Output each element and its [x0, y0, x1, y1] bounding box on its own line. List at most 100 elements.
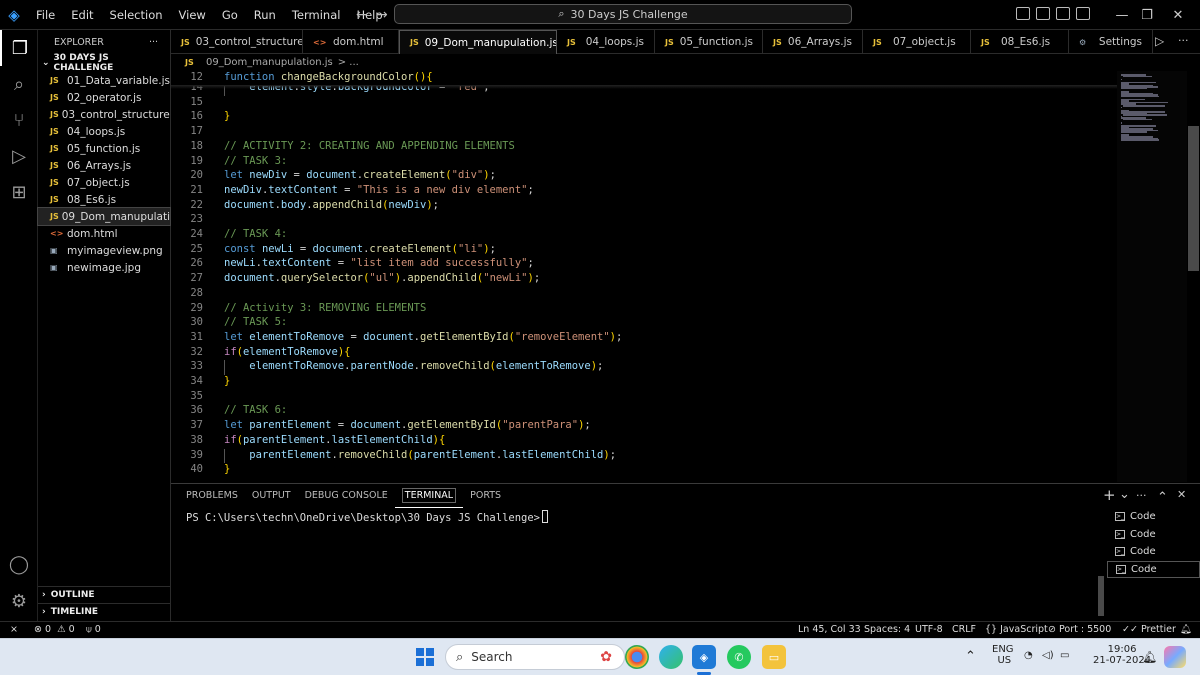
explorer-icon[interactable]: ❐	[0, 30, 38, 66]
file-tree-item[interactable]: JS 03_control_structure.js	[38, 106, 170, 123]
code-editor[interactable]: 14 element.style.backgroundColor = "red"…	[171, 71, 1117, 482]
file-tree-item[interactable]: JS 08_Es6.js	[38, 191, 170, 208]
file-tree-item[interactable]: JS 06_Arrays.js	[38, 157, 170, 174]
minimap[interactable]	[1117, 71, 1187, 482]
account-icon[interactable]: ◯	[0, 546, 38, 582]
file-tree-item[interactable]: ▣ myimageview.png	[38, 242, 170, 259]
file-tree-item[interactable]: ▣ newimage.jpg	[38, 259, 170, 276]
workspace-folder[interactable]: ⌄ 30 DAYS JS CHALLENGE	[38, 53, 170, 73]
tabs-more-icon[interactable]: ···	[1178, 34, 1189, 47]
terminal-dropdown-icon[interactable]: ⌄	[1119, 487, 1130, 502]
editor-scrollbar-thumb[interactable]	[1188, 126, 1199, 271]
cursor-position[interactable]: Ln 45, Col 33	[798, 624, 861, 635]
terminal-output[interactable]: PS C:\Users\techn\OneDrive\Desktop\30 Da…	[186, 510, 549, 524]
breadcrumb-file[interactable]: 09_Dom_manupulation.js	[206, 57, 333, 68]
timeline-section[interactable]: › TIMELINE	[38, 603, 171, 620]
menu-edit[interactable]: Edit	[63, 0, 101, 30]
tab-06-arrays-js[interactable]: JS 06_Arrays.js	[763, 30, 863, 54]
indentation[interactable]: Spaces: 4	[864, 624, 910, 635]
problems-status[interactable]: ⊗ 0 ⚠ 0	[34, 624, 75, 635]
notifications-bell-icon[interactable]: 🔔︎	[1180, 624, 1192, 635]
close-window-icon[interactable]: ✕	[1156, 0, 1200, 30]
toggle-sidebar-icon[interactable]	[1016, 7, 1030, 20]
tab-dom-html[interactable]: <> dom.html	[303, 30, 399, 54]
end-of-line[interactable]: CRLF	[952, 624, 976, 635]
terminal-cursor	[542, 510, 549, 523]
battery-icon[interactable]: ▭	[1060, 650, 1069, 661]
panel-tab-ports[interactable]: PORTS	[463, 484, 508, 508]
manage-gear-icon[interactable]: ⚙	[0, 583, 38, 619]
line-number: 29	[190, 301, 203, 314]
customize-layout-icon[interactable]	[1076, 7, 1090, 20]
menu-view[interactable]: View	[171, 0, 214, 30]
menu-go[interactable]: Go	[214, 0, 246, 30]
extensions-icon[interactable]: ⊞	[0, 174, 38, 210]
explorer-more-icon[interactable]: ···	[149, 37, 158, 48]
prettier-status[interactable]: ✓✓ Prettier	[1122, 624, 1176, 635]
copilot-icon[interactable]	[1164, 646, 1186, 668]
language-mode[interactable]: {} JavaScript	[985, 624, 1048, 635]
tab-05-function-js[interactable]: JS 05_function.js	[655, 30, 763, 54]
file-tree-item[interactable]: <> dom.html	[38, 225, 170, 242]
terminal-instance[interactable]: >_ Code	[1107, 526, 1200, 544]
tab-04-loops-js[interactable]: JS 04_loops.js	[557, 30, 655, 54]
outline-section[interactable]: › OUTLINE	[38, 586, 171, 603]
file-tree-item[interactable]: JS09_Dom_manupulatio...	[37, 207, 171, 226]
file-tree-item[interactable]: JS 07_object.js	[38, 174, 170, 191]
menu-terminal[interactable]: Terminal	[284, 0, 349, 30]
file-tree-item[interactable]: JS 05_function.js	[38, 140, 170, 157]
tab-03-control-structure-js[interactable]: JS 03_control_structure.js	[171, 30, 303, 54]
file-explorer-icon[interactable]: ▭	[762, 645, 786, 669]
encoding[interactable]: UTF-8	[915, 624, 943, 635]
run-debug-icon[interactable]: ▷	[0, 138, 38, 174]
terminal-scrollbar[interactable]	[1098, 576, 1104, 616]
minimap-line	[1123, 105, 1166, 107]
whatsapp-icon[interactable]: ✆	[727, 645, 751, 669]
file-tree-item[interactable]: JS 04_loops.js	[38, 123, 170, 140]
vscode-taskbar-icon[interactable]: ◈	[692, 645, 716, 669]
panel-more-icon[interactable]: ···	[1136, 489, 1147, 502]
search-view-icon[interactable]: ⌕	[0, 66, 38, 102]
tray-overflow-icon[interactable]: ⌃	[965, 649, 976, 664]
line-text: // ACTIVITY 2: CREATING AND APPENDING EL…	[224, 139, 515, 152]
run-icon[interactable]: ▷	[1155, 34, 1164, 48]
menu-run[interactable]: Run	[246, 0, 284, 30]
terminal-instance[interactable]: >_ Code	[1107, 560, 1200, 578]
language-indicator[interactable]: ENG US	[992, 644, 1014, 666]
code-line: 15	[171, 96, 1117, 111]
taskbar-search[interactable]: ⌕ Search ✿	[445, 644, 625, 670]
command-center[interactable]: ⌕ 30 Days JS Challenge	[394, 4, 852, 24]
edge-icon[interactable]	[659, 645, 683, 669]
menu-selection[interactable]: Selection	[102, 0, 171, 30]
file-tree-item[interactable]: JS 02_operator.js	[38, 89, 170, 106]
forward-arrow-icon[interactable]: →	[368, 7, 396, 23]
toggle-secondary-sidebar-icon[interactable]	[1056, 7, 1070, 20]
terminal-instance[interactable]: >_ Code	[1107, 508, 1200, 526]
live-server-port[interactable]: ⊘ Port : 5500	[1048, 624, 1111, 635]
panel-tab-output[interactable]: OUTPUT	[245, 484, 298, 508]
tab-07-object-js[interactable]: JS 07_object.js	[863, 30, 971, 54]
menu-file[interactable]: File	[28, 0, 63, 30]
new-terminal-icon[interactable]: +	[1103, 486, 1116, 504]
tab-08-es6-js[interactable]: JS 08_Es6.js	[971, 30, 1069, 54]
volume-icon[interactable]: ◁)	[1042, 650, 1054, 661]
remote-indicator-icon[interactable]: ⨯	[10, 624, 18, 635]
close-panel-icon[interactable]: ✕	[1177, 488, 1186, 501]
breadcrumb-rest[interactable]: > ...	[338, 57, 359, 68]
windows-start-icon[interactable]	[416, 648, 434, 666]
maximize-panel-icon[interactable]: ⌃	[1157, 490, 1168, 505]
wifi-icon[interactable]: ◔	[1024, 650, 1033, 661]
notification-center-icon[interactable]: 🔔︎	[1142, 650, 1157, 664]
source-control-icon[interactable]: ⑂	[0, 102, 38, 138]
file-tree-item[interactable]: JS 01_Data_variable.js	[38, 72, 170, 89]
chrome-icon[interactable]	[625, 645, 649, 669]
tab-09-dom-manupulation-js[interactable]: JS09_Dom_manupulation.js✕	[399, 30, 557, 54]
ports-forwarded-status[interactable]: ⍦ 0	[86, 624, 101, 635]
panel-tab-terminal[interactable]: TERMINAL	[394, 484, 464, 508]
panel-tab-problems[interactable]: PROBLEMS	[179, 484, 245, 508]
panel-tab-debug-console[interactable]: DEBUG CONSOLE	[298, 484, 395, 508]
tab-settings[interactable]: ⚙ Settings	[1069, 30, 1153, 54]
toggle-panel-icon[interactable]	[1036, 7, 1050, 20]
terminal-instance[interactable]: >_ Code	[1107, 543, 1200, 561]
error-count: 0	[45, 624, 52, 635]
